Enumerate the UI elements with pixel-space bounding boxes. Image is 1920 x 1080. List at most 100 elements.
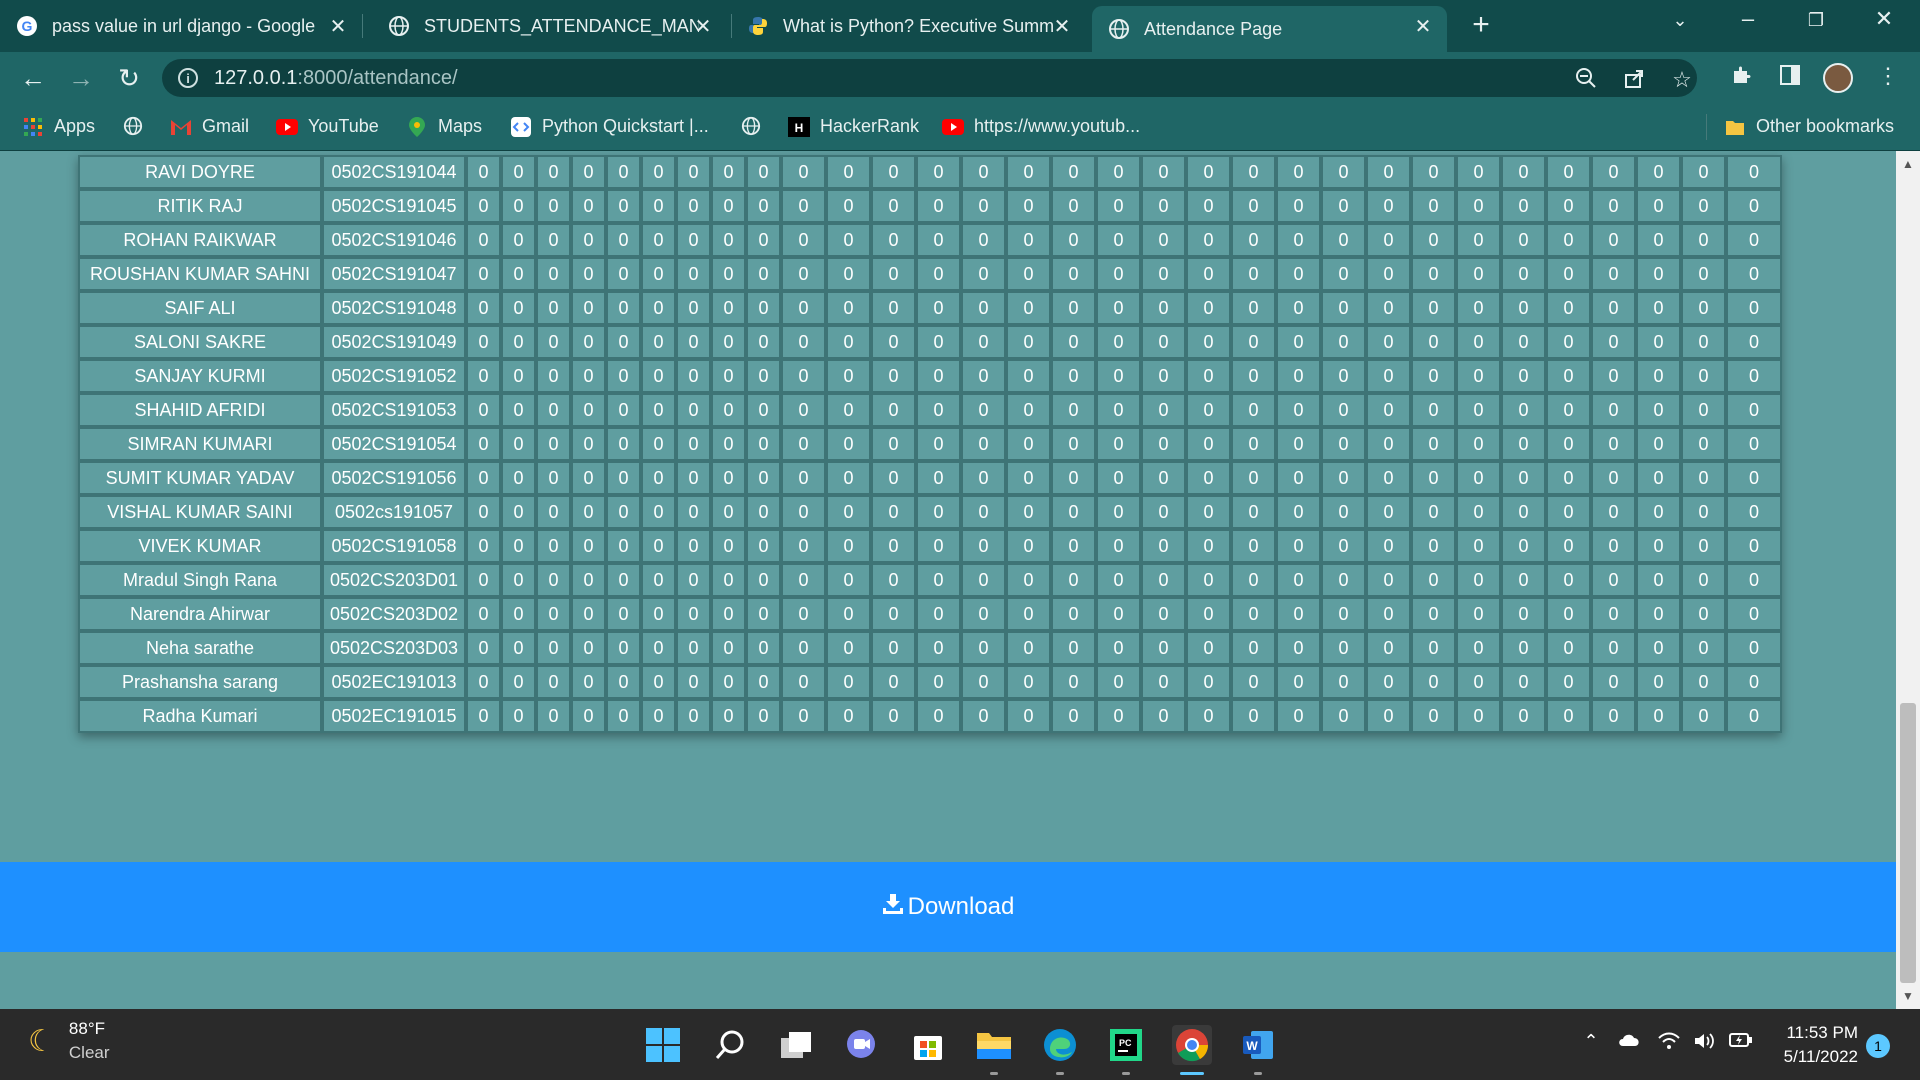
attendance-cell: 0 bbox=[1726, 427, 1782, 461]
attendance-cell: 0 bbox=[466, 563, 501, 597]
close-icon[interactable]: ✕ bbox=[1411, 14, 1435, 39]
attendance-cell: 0 bbox=[1591, 291, 1636, 325]
site-info-icon[interactable]: i bbox=[178, 68, 198, 88]
notification-badge[interactable]: 1 bbox=[1866, 1034, 1890, 1058]
search-icon[interactable] bbox=[710, 1025, 750, 1065]
bookmark-gmail[interactable]: Gmail bbox=[170, 116, 249, 137]
attendance-cell: 0 bbox=[1006, 393, 1051, 427]
table-row: VIVEK KUMAR 0502CS191058 0 0 0 0 0 0 0 0 0 0 0 0 0 0 0 0 0… bbox=[78, 529, 1782, 563]
attendance-cell: 0 bbox=[1726, 155, 1782, 189]
menu-kebab-icon[interactable]: ⋮ bbox=[1873, 63, 1903, 89]
attendance-cell: 0 bbox=[746, 359, 781, 393]
address-bar[interactable]: i 127.0.0.1:8000/attendance/ ☆ bbox=[162, 59, 1697, 97]
attendance-cell: 0 bbox=[1231, 427, 1276, 461]
chat-icon[interactable] bbox=[841, 1025, 881, 1065]
file-explorer-icon[interactable] bbox=[974, 1025, 1014, 1075]
attendance-cell: 0 bbox=[1456, 665, 1501, 699]
scrollbar-thumb[interactable] bbox=[1900, 703, 1916, 983]
attendance-cell: 0 bbox=[1321, 495, 1366, 529]
attendance-cell: 0 bbox=[641, 223, 676, 257]
attendance-cell: 0 bbox=[961, 189, 1006, 223]
clock[interactable]: 11:53 PM 5/11/2022 bbox=[1770, 1021, 1858, 1069]
bookmark-other[interactable]: Other bookmarks bbox=[1724, 116, 1894, 137]
share-icon[interactable] bbox=[1620, 67, 1648, 95]
volume-icon[interactable] bbox=[1692, 1031, 1718, 1056]
attendance-cell: 0 bbox=[1096, 461, 1141, 495]
back-button[interactable]: ← bbox=[18, 63, 48, 93]
attendance-cell: 0 bbox=[1096, 495, 1141, 529]
bookmark-star-icon[interactable]: ☆ bbox=[1668, 67, 1696, 93]
forward-button[interactable]: → bbox=[66, 63, 96, 93]
enrollment-number: 0502CS191048 bbox=[322, 291, 466, 325]
close-window-button[interactable]: ✕ bbox=[1864, 6, 1904, 32]
task-view-icon[interactable] bbox=[776, 1025, 816, 1065]
attendance-cell: 0 bbox=[1411, 495, 1456, 529]
new-tab-button[interactable]: + bbox=[1466, 8, 1496, 42]
download-button[interactable]: Download bbox=[0, 862, 1896, 952]
attendance-cell: 0 bbox=[826, 155, 871, 189]
chevron-up-icon[interactable]: ⌃ bbox=[1578, 1031, 1604, 1052]
attendance-cell: 0 bbox=[1456, 393, 1501, 427]
attendance-cell: 0 bbox=[961, 631, 1006, 665]
word-icon[interactable]: W bbox=[1238, 1025, 1278, 1075]
close-icon[interactable]: ✕ bbox=[326, 14, 350, 39]
attendance-cell: 0 bbox=[1276, 699, 1321, 733]
attendance-cell: 0 bbox=[1096, 359, 1141, 393]
bookmark-python-quickstart[interactable]: Python Quickstart |... bbox=[510, 116, 709, 137]
scroll-down-arrow-icon[interactable]: ▼ bbox=[1896, 989, 1920, 1003]
attendance-cell: 0 bbox=[1591, 461, 1636, 495]
scroll-up-arrow-icon[interactable]: ▲ bbox=[1896, 157, 1920, 171]
zoom-icon[interactable] bbox=[1572, 67, 1600, 95]
close-icon[interactable]: ✕ bbox=[691, 14, 715, 39]
bookmark-maps[interactable]: Maps bbox=[406, 116, 482, 137]
attendance-cell: 0 bbox=[606, 393, 641, 427]
tab-python-summary[interactable]: What is Python? Executive Summ ✕ bbox=[731, 6, 1086, 46]
start-button[interactable] bbox=[643, 1025, 683, 1065]
attendance-cell: 0 bbox=[1456, 597, 1501, 631]
attendance-cell: 0 bbox=[676, 597, 711, 631]
microsoft-store-icon[interactable] bbox=[908, 1025, 948, 1065]
battery-icon[interactable] bbox=[1728, 1031, 1754, 1054]
weather-widget[interactable]: ☾ 88°F Clear bbox=[28, 1019, 110, 1063]
bookmark-globe-2[interactable] bbox=[740, 116, 772, 136]
minimize-button[interactable]: – bbox=[1728, 6, 1768, 32]
onedrive-cloud-icon[interactable] bbox=[1616, 1031, 1642, 1052]
tab-attendance-page[interactable]: Attendance Page ✕ bbox=[1092, 6, 1447, 52]
chrome-icon[interactable] bbox=[1172, 1025, 1212, 1075]
active-indicator bbox=[1180, 1072, 1204, 1075]
tab-google-search[interactable]: G pass value in url django - Google ✕ bbox=[0, 6, 362, 46]
attendance-cell: 0 bbox=[501, 631, 536, 665]
side-panel-icon[interactable] bbox=[1775, 63, 1805, 93]
reload-button[interactable]: ↻ bbox=[114, 63, 144, 93]
bookmark-youtube-link[interactable]: https://www.youtub... bbox=[942, 116, 1140, 137]
student-name: Radha Kumari bbox=[78, 699, 322, 733]
student-name: SUMIT KUMAR YADAV bbox=[78, 461, 322, 495]
attendance-cell: 0 bbox=[1141, 631, 1186, 665]
attendance-cell: 0 bbox=[1411, 597, 1456, 631]
pycharm-icon[interactable]: PC bbox=[1106, 1025, 1146, 1075]
extensions-icon[interactable] bbox=[1727, 63, 1757, 93]
bookmark-youtube[interactable]: YouTube bbox=[276, 116, 379, 137]
attendance-cell: 0 bbox=[1276, 359, 1321, 393]
attendance-cell: 0 bbox=[1231, 155, 1276, 189]
bookmark-globe[interactable] bbox=[122, 116, 154, 136]
attendance-cell: 0 bbox=[1186, 461, 1231, 495]
wifi-icon[interactable] bbox=[1656, 1031, 1682, 1056]
restore-button[interactable]: ❐ bbox=[1796, 10, 1836, 31]
close-icon[interactable]: ✕ bbox=[1050, 14, 1074, 39]
attendance-cell: 0 bbox=[536, 359, 571, 393]
profile-avatar[interactable] bbox=[1823, 63, 1853, 93]
edge-icon[interactable] bbox=[1040, 1025, 1080, 1075]
attendance-cell: 0 bbox=[871, 597, 916, 631]
attendance-cell: 0 bbox=[1186, 155, 1231, 189]
tab-students-attendance[interactable]: STUDENTS_ATTENDANCE_MANA ✕ bbox=[372, 6, 727, 46]
tab-search-chevron-icon[interactable]: ⌄ bbox=[1660, 10, 1700, 31]
attendance-cell: 0 bbox=[1546, 325, 1591, 359]
bookmark-apps[interactable]: Apps bbox=[22, 116, 95, 137]
bookmark-label: HackerRank bbox=[820, 116, 920, 136]
attendance-cell: 0 bbox=[1141, 461, 1186, 495]
page-scrollbar[interactable]: ▲ ▼ bbox=[1896, 151, 1920, 1009]
bookmark-hackerrank[interactable]: H HackerRank bbox=[788, 116, 919, 137]
attendance-cell: 0 bbox=[1366, 325, 1411, 359]
attendance-cell: 0 bbox=[676, 665, 711, 699]
